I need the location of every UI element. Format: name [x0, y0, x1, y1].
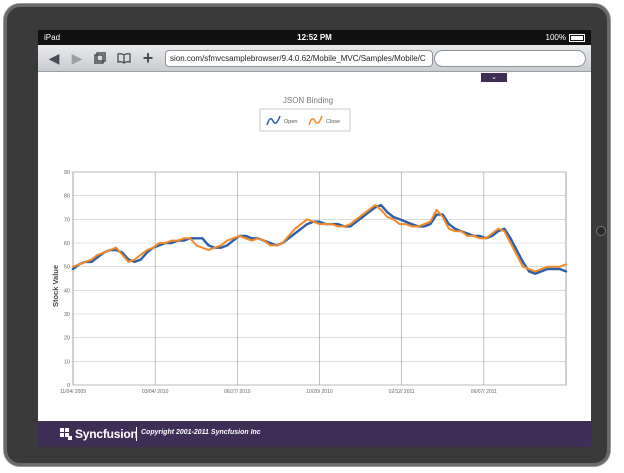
- chevron-down-icon[interactable]: ⌄: [481, 73, 507, 82]
- footer-divider: [136, 427, 137, 441]
- y-tick-label: 30: [64, 312, 70, 318]
- y-tick-label: 40: [64, 288, 70, 294]
- y-tick-label: 20: [64, 336, 70, 342]
- url-field[interactable]: sion.com/sfmvcsamplebrowser/9.4.0.62/Mob…: [165, 50, 433, 67]
- battery-icon: [569, 33, 585, 42]
- browser-toolbar: ◀ ▶ + sion.com/sfmvcsamplebrowser/9.4.0.…: [38, 45, 591, 72]
- copyright-text: Copyright 2001-2011 Syncfusion Inc: [141, 429, 261, 436]
- y-tick-label: 10: [64, 359, 70, 365]
- legend: Open Close: [259, 108, 351, 132]
- screen: iPad 12:52 PM 100% ◀ ▶ + sion.com/sfmvcs…: [38, 30, 591, 447]
- x-tick-label: 06/27/ 2010: [224, 389, 251, 395]
- x-tick-label: 06/07/ 2011: [471, 389, 497, 395]
- plus-icon[interactable]: +: [138, 48, 158, 68]
- syncfusion-logo: Syncfusion: [60, 427, 138, 441]
- x-tick-label: 10/20/ 2010: [306, 389, 333, 395]
- ipad-frame: iPad 12:52 PM 100% ◀ ▶ + sion.com/sfmvcs…: [4, 4, 610, 466]
- legend-open-label: Open: [284, 119, 297, 125]
- back-arrow-icon[interactable]: ◀: [44, 48, 64, 68]
- home-button[interactable]: [596, 226, 606, 236]
- y-tick-label: 80: [64, 194, 70, 200]
- tabs-icon[interactable]: [90, 48, 110, 68]
- battery-percent: 100%: [545, 33, 566, 42]
- x-tick-label: 03/04/ 2010: [142, 389, 169, 395]
- chart-title: JSON Binding: [283, 96, 333, 105]
- y-tick-label: 70: [64, 217, 70, 223]
- y-tick-label: 50: [64, 265, 70, 271]
- search-field[interactable]: [434, 50, 586, 67]
- logo-mark-icon: [60, 428, 72, 440]
- chart: JSON Binding Open Close Stock Value 0 10 2…: [38, 85, 591, 420]
- footer: Syncfusion Copyright 2001-2011 Syncfusio…: [38, 421, 591, 447]
- y-tick-label: 90: [64, 170, 70, 176]
- x-tick-label: 11/04/ 2009: [60, 389, 86, 395]
- book-icon[interactable]: [114, 48, 134, 68]
- y-tick-label: 60: [64, 241, 70, 247]
- clock: 12:52 PM: [297, 33, 332, 42]
- legend-close-label: Close: [326, 119, 340, 125]
- brand-name: Syncfusion: [75, 427, 138, 441]
- x-tick-label: 02/12/ 2011: [389, 389, 415, 395]
- battery-status: 100%: [546, 30, 585, 45]
- y-axis-label: Stock Value: [51, 265, 60, 307]
- chart-svg: JSON Binding Open Close Stock Value 0102…: [51, 96, 568, 395]
- forward-arrow-icon[interactable]: ▶: [67, 48, 87, 68]
- status-bar: iPad 12:52 PM 100%: [38, 30, 591, 45]
